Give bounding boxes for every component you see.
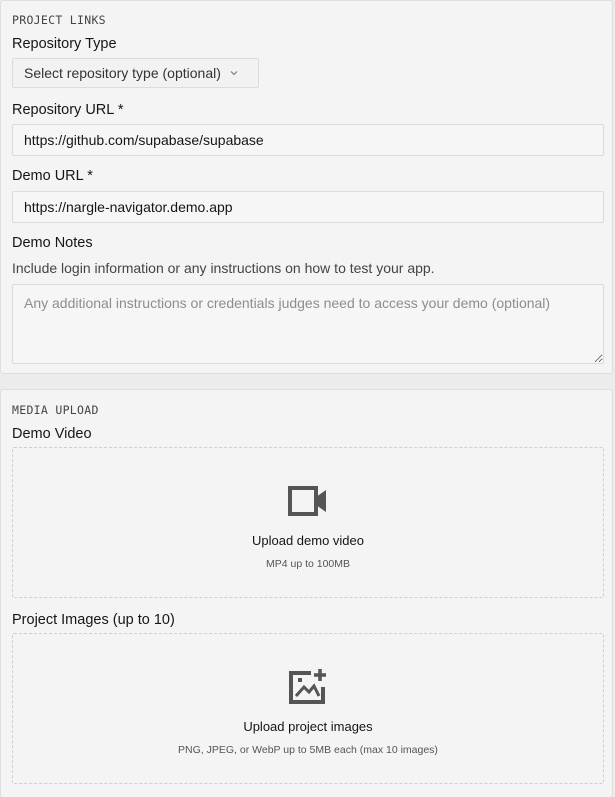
image-add-icon	[289, 669, 326, 704]
repository-url-input[interactable]	[12, 124, 604, 156]
project-links-section: PROJECT LINKS Repository Type Select rep…	[0, 0, 613, 374]
demo-notes-textarea[interactable]	[12, 284, 604, 364]
repository-url-label: Repository URL *	[12, 102, 124, 118]
project-links-heading: PROJECT LINKS	[12, 13, 106, 27]
repository-type-select[interactable]: Select repository type (optional)	[12, 58, 259, 88]
media-upload-section: MEDIA UPLOAD Demo Video Upload demo vide…	[0, 389, 613, 797]
demo-video-upload-hint: MP4 up to 100MB	[265, 558, 351, 570]
video-camera-icon	[288, 486, 326, 516]
repository-type-label: Repository Type	[12, 36, 117, 52]
demo-url-input[interactable]	[12, 191, 604, 223]
demo-url-label: Demo URL *	[12, 168, 93, 184]
demo-video-upload-title: Upload demo video	[251, 533, 365, 548]
project-images-dropzone[interactable]: Upload project images PNG, JPEG, or WebP…	[12, 633, 604, 784]
project-images-upload-hint: PNG, JPEG, or WebP up to 5MB each (max 1…	[178, 744, 438, 756]
project-images-upload-title: Upload project images	[243, 719, 373, 734]
demo-video-dropzone[interactable]: Upload demo video MP4 up to 100MB	[12, 447, 604, 598]
demo-notes-label: Demo Notes	[12, 235, 93, 251]
project-images-label: Project Images (up to 10)	[12, 612, 175, 628]
media-upload-heading: MEDIA UPLOAD	[12, 403, 99, 417]
demo-notes-hint: Include login information or any instruc…	[12, 260, 435, 276]
repository-type-placeholder: Select repository type (optional)	[24, 65, 221, 81]
demo-video-label: Demo Video	[12, 426, 92, 442]
chevron-down-icon	[230, 71, 238, 76]
